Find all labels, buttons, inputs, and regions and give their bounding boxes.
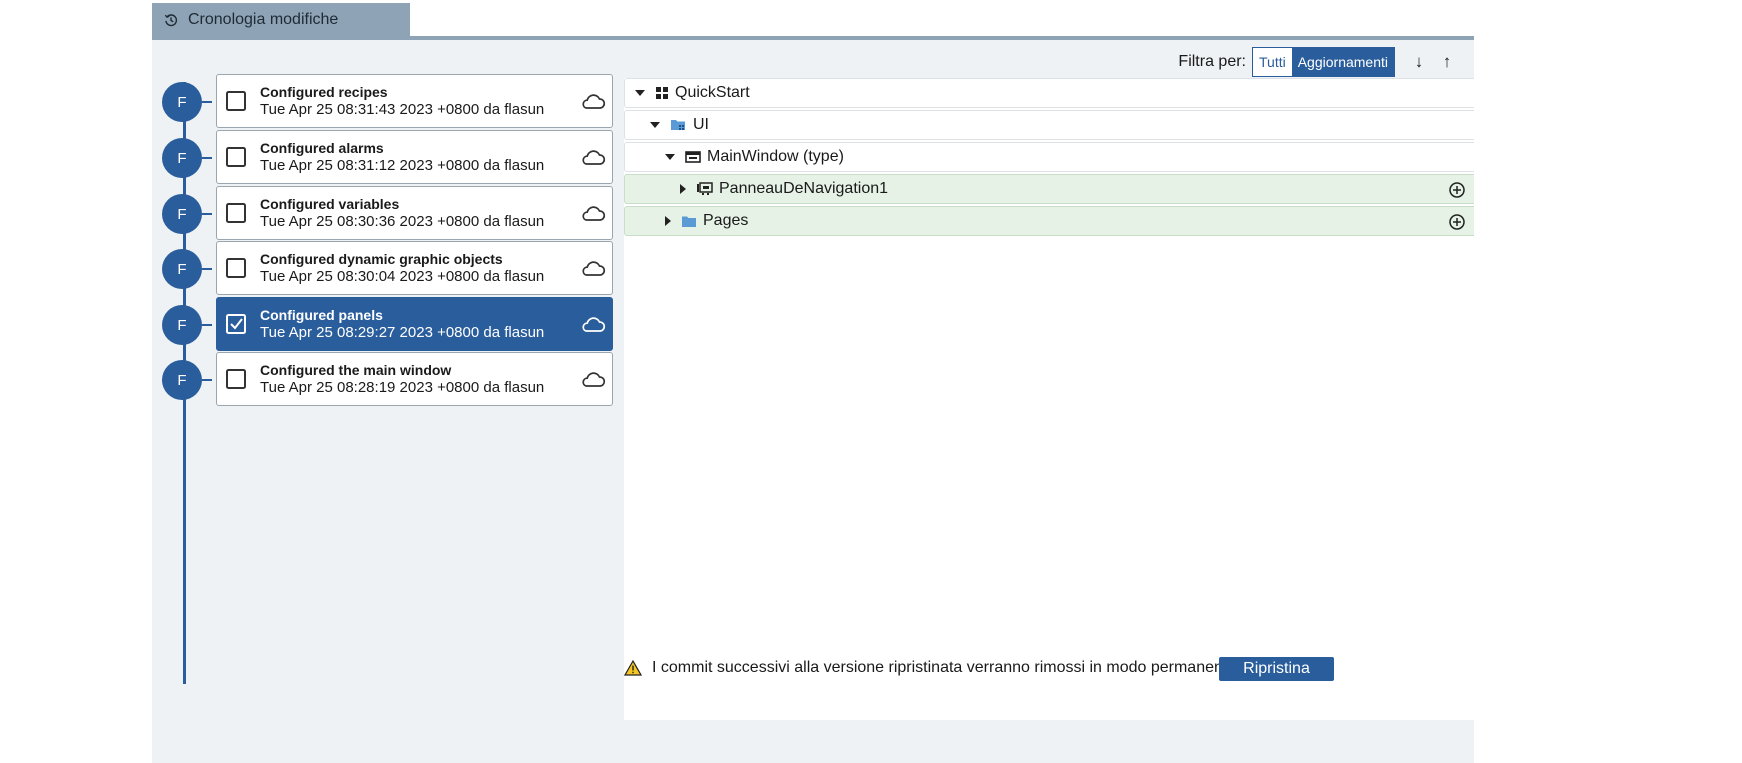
window-icon <box>685 151 701 163</box>
author-avatar: F <box>162 360 202 400</box>
cloud-icon <box>580 370 606 390</box>
add-circle-icon[interactable] <box>1448 213 1466 231</box>
filter-bar: Filtra per: Tutti Aggiornamenti ↓ ↑ <box>1178 46 1459 78</box>
tree-item-label: MainWindow (type) <box>707 148 844 165</box>
commit-title: Configured panels <box>260 307 383 323</box>
tree-row[interactable]: Pages <box>624 206 1474 236</box>
commit-card[interactable]: Configured recipes Tue Apr 25 08:31:43 20… <box>216 74 613 128</box>
commit-meta: Tue Apr 25 08:30:04 2023 +0800 da flasun <box>260 268 545 285</box>
history-icon <box>164 13 178 26</box>
tree-row[interactable]: PanneauDeNavigation1 <box>624 174 1474 204</box>
tree-item-label: QuickStart <box>675 84 750 101</box>
commit-card[interactable]: Configured panels Tue Apr 25 08:29:27 202… <box>216 297 613 351</box>
filter-toggle: Tutti Aggiornamenti <box>1252 47 1395 77</box>
sort-ascending-button[interactable]: ↑ <box>1435 52 1459 72</box>
cloud-icon <box>580 315 606 335</box>
grid-icon <box>655 86 669 100</box>
author-avatar: F <box>162 82 202 122</box>
change-tree: QuickStart UI MainWindow (type) PanneauDeNa… <box>624 78 1474 720</box>
warning-icon <box>624 660 642 676</box>
commit-row: F Configured alarms Tue Apr 25 08:31:12 20… <box>152 130 622 186</box>
cloud-icon <box>580 148 606 168</box>
cloud-icon <box>580 204 606 224</box>
timeline-connector <box>202 324 212 326</box>
commit-card[interactable]: Configured alarms Tue Apr 25 08:31:12 202… <box>216 130 613 184</box>
caret-right-icon[interactable] <box>665 216 671 226</box>
commit-meta: Tue Apr 25 08:30:36 2023 +0800 da flasun <box>260 213 545 230</box>
footer-warning: I commit successivi alla versione ripris… <box>624 659 1241 677</box>
folder-icon <box>681 215 697 228</box>
tab-title: Cronologia modifiche <box>188 10 339 28</box>
commit-checkbox[interactable] <box>225 313 247 335</box>
commit-row: F Configured dynamic graphic objects Tue A… <box>152 241 622 297</box>
navigation-panel-icon <box>696 182 713 196</box>
timeline-connector <box>202 157 212 159</box>
timeline-connector <box>202 379 212 381</box>
commit-meta: Tue Apr 25 08:31:43 2023 +0800 da flasun <box>260 101 545 118</box>
cloud-icon <box>580 92 606 112</box>
caret-down-icon[interactable] <box>665 154 675 160</box>
caret-down-icon[interactable] <box>650 122 660 128</box>
tree-item-label: UI <box>693 116 709 133</box>
restore-button[interactable]: Ripristina <box>1219 657 1334 681</box>
sort-descending-button[interactable]: ↓ <box>1407 52 1431 72</box>
filter-option-updates[interactable]: Aggiornamenti <box>1291 48 1394 76</box>
timeline-connector <box>202 213 212 215</box>
warning-text: I commit successivi alla versione ripris… <box>652 659 1241 676</box>
commit-title: Configured the main window <box>260 362 452 378</box>
commit-card[interactable]: Configured variables Tue Apr 25 08:30:36 … <box>216 186 613 240</box>
add-circle-icon[interactable] <box>1448 181 1466 199</box>
caret-down-icon[interactable] <box>635 90 645 96</box>
timeline-connector <box>202 268 212 270</box>
commit-title: Configured recipes <box>260 84 388 100</box>
tree-row[interactable]: UI <box>624 110 1474 140</box>
commit-checkbox[interactable] <box>225 90 247 112</box>
tree-row[interactable]: QuickStart <box>624 78 1474 108</box>
commit-checkbox[interactable] <box>225 202 247 224</box>
commit-row: F Configured recipes Tue Apr 25 08:31:43 2… <box>152 74 622 130</box>
timeline-connector <box>202 101 212 103</box>
tree-row[interactable]: MainWindow (type) <box>624 142 1474 172</box>
commit-checkbox[interactable] <box>225 146 247 168</box>
history-panel: Filtra per: Tutti Aggiornamenti ↓ ↑ F Con… <box>152 36 1474 763</box>
filter-label: Filtra per: <box>1178 53 1246 70</box>
ui-folder-icon <box>670 118 687 132</box>
author-avatar: F <box>162 194 202 234</box>
commit-row: F Configured panels Tue Apr 25 08:29:27 20… <box>152 297 622 353</box>
commit-meta: Tue Apr 25 08:28:19 2023 +0800 da flasun <box>260 379 545 396</box>
author-avatar: F <box>162 305 202 345</box>
commit-row: F Configured variables Tue Apr 25 08:30:36… <box>152 186 622 242</box>
author-avatar: F <box>162 138 202 178</box>
tree-item-label: PanneauDeNavigation1 <box>719 180 889 197</box>
tab-change-history[interactable]: Cronologia modifiche <box>152 3 410 36</box>
commit-checkbox[interactable] <box>225 368 247 390</box>
commit-card[interactable]: Configured the main window Tue Apr 25 08:… <box>216 352 613 406</box>
commit-title: Configured alarms <box>260 140 384 156</box>
filter-option-all[interactable]: Tutti <box>1253 48 1292 76</box>
author-avatar: F <box>162 249 202 289</box>
tree-item-label: Pages <box>703 212 749 229</box>
commit-card[interactable]: Configured dynamic graphic objects Tue Ap… <box>216 241 613 295</box>
commit-row: F Configured the main window Tue Apr 25 08… <box>152 352 622 408</box>
commit-title: Configured variables <box>260 196 400 212</box>
commit-meta: Tue Apr 25 08:31:12 2023 +0800 da flasun <box>260 157 545 174</box>
commit-meta: Tue Apr 25 08:29:27 2023 +0800 da flasun <box>260 324 545 341</box>
caret-right-icon[interactable] <box>680 184 686 194</box>
cloud-icon <box>580 259 606 279</box>
commit-checkbox[interactable] <box>225 257 247 279</box>
commit-title: Configured dynamic graphic objects <box>260 251 503 267</box>
